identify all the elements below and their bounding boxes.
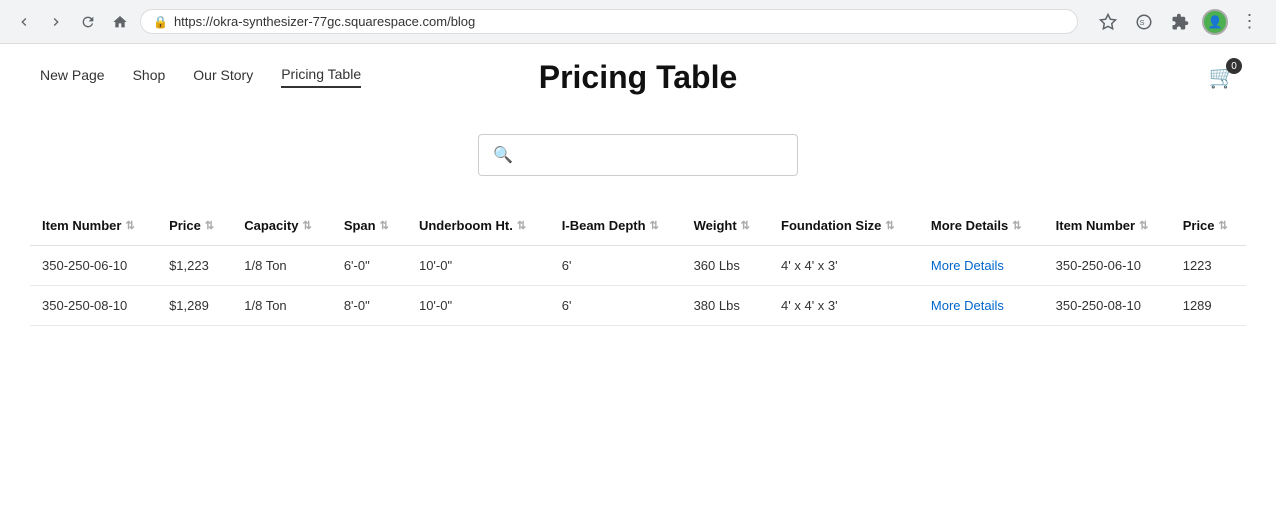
extensions-button[interactable]: [1166, 8, 1194, 36]
url-text: https://okra-synthesizer-77gc.squarespac…: [174, 14, 1065, 29]
more-details-link[interactable]: More Details: [931, 258, 1004, 273]
table-row: 350-250-06-10 $1,223 1/8 Ton 6'-0" 10'-0…: [30, 245, 1246, 285]
cell-weight: 360 Lbs: [682, 245, 769, 285]
cell-capacity: 1/8 Ton: [232, 245, 332, 285]
cell-underboom: 10'-0": [407, 245, 550, 285]
cell-foundation: 4' x 4' x 3': [769, 285, 919, 325]
more-details-link[interactable]: More Details: [931, 298, 1004, 313]
cell-ibeam: 6': [550, 285, 682, 325]
cell-item-number: 350-250-06-10: [30, 245, 157, 285]
browser-actions: S 👤 ⋮: [1094, 8, 1264, 36]
site-header: New Page Shop Our Story Pricing Table Pr…: [0, 44, 1276, 110]
cell-item-number: 350-250-08-10: [30, 285, 157, 325]
menu-button[interactable]: ⋮: [1236, 8, 1264, 36]
cell-price: $1,223: [157, 245, 232, 285]
sort-icon-price: ⇅: [205, 219, 214, 232]
cell-foundation: 4' x 4' x 3': [769, 245, 919, 285]
col-foundation-size[interactable]: Foundation Size ⇅: [769, 208, 919, 245]
sort-icon-capacity: ⇅: [302, 219, 311, 232]
back-button[interactable]: [12, 10, 36, 34]
col-weight[interactable]: Weight ⇅: [682, 208, 769, 245]
svg-text:S: S: [1140, 18, 1145, 27]
profile-avatar[interactable]: 👤: [1202, 9, 1228, 35]
cell-more-details: More Details: [919, 245, 1044, 285]
sort-icon-ibeam: ⇅: [650, 219, 659, 232]
cart-button[interactable]: 🛒 0: [1209, 64, 1236, 90]
table-row: 350-250-08-10 $1,289 1/8 Ton 8'-0" 10'-0…: [30, 285, 1246, 325]
search-icon: 🔍: [493, 145, 513, 165]
cell-price-2: 1223: [1171, 245, 1246, 285]
search-bar[interactable]: 🔍: [478, 134, 798, 176]
col-more-details[interactable]: More Details ⇅: [919, 208, 1044, 245]
cell-price-2: 1289: [1171, 285, 1246, 325]
cell-weight: 380 Lbs: [682, 285, 769, 325]
col-span[interactable]: Span ⇅: [332, 208, 407, 245]
cell-span: 6'-0": [332, 245, 407, 285]
sort-icon-foundation: ⇅: [885, 219, 894, 232]
col-price[interactable]: Price ⇅: [157, 208, 232, 245]
cell-item-number-2: 350-250-06-10: [1044, 245, 1171, 285]
home-button[interactable]: [108, 10, 132, 34]
col-underboom-ht[interactable]: Underboom Ht. ⇅: [407, 208, 550, 245]
table-header-row: Item Number ⇅ Price ⇅ Capacity ⇅: [30, 208, 1246, 245]
address-bar[interactable]: 🔒 https://okra-synthesizer-77gc.squaresp…: [140, 9, 1078, 34]
sort-icon-details: ⇅: [1012, 219, 1021, 232]
col-price-2[interactable]: Price ⇅: [1171, 208, 1246, 245]
nav-item-our-story[interactable]: Our Story: [193, 67, 253, 87]
col-capacity[interactable]: Capacity ⇅: [232, 208, 332, 245]
forward-button[interactable]: [44, 10, 68, 34]
sort-icon-underboom: ⇅: [517, 219, 526, 232]
cell-more-details: More Details: [919, 285, 1044, 325]
sort-icon-item-number-2: ⇅: [1139, 219, 1148, 232]
cell-price: $1,289: [157, 285, 232, 325]
col-ibeam-depth[interactable]: I-Beam Depth ⇅: [550, 208, 682, 245]
sort-icon-weight: ⇅: [741, 219, 750, 232]
cell-item-number-2: 350-250-08-10: [1044, 285, 1171, 325]
nav-item-pricing-table[interactable]: Pricing Table: [281, 66, 361, 88]
search-input[interactable]: [521, 147, 783, 163]
cell-capacity: 1/8 Ton: [232, 285, 332, 325]
lock-icon: 🔒: [153, 15, 168, 29]
search-section: 🔍: [0, 110, 1276, 208]
sort-icon-item-number: ⇅: [125, 219, 134, 232]
browser-chrome: 🔒 https://okra-synthesizer-77gc.squaresp…: [0, 0, 1276, 44]
cell-span: 8'-0": [332, 285, 407, 325]
sort-icon-span: ⇅: [380, 219, 389, 232]
pricing-table: Item Number ⇅ Price ⇅ Capacity ⇅: [30, 208, 1246, 326]
nav-item-shop[interactable]: Shop: [133, 67, 166, 87]
cell-ibeam: 6': [550, 245, 682, 285]
squarespace-icon-button[interactable]: S: [1130, 8, 1158, 36]
table-section: Item Number ⇅ Price ⇅ Capacity ⇅: [0, 208, 1276, 366]
nav-item-new-page[interactable]: New Page: [40, 67, 105, 87]
star-button[interactable]: [1094, 8, 1122, 36]
col-item-number-2[interactable]: Item Number ⇅: [1044, 208, 1171, 245]
page-title: Pricing Table: [539, 59, 738, 96]
site-nav: New Page Shop Our Story Pricing Table: [40, 66, 361, 88]
reload-button[interactable]: [76, 10, 100, 34]
sort-icon-price-2: ⇅: [1219, 219, 1228, 232]
cell-underboom: 10'-0": [407, 285, 550, 325]
col-item-number[interactable]: Item Number ⇅: [30, 208, 157, 245]
cart-count: 0: [1226, 58, 1242, 74]
